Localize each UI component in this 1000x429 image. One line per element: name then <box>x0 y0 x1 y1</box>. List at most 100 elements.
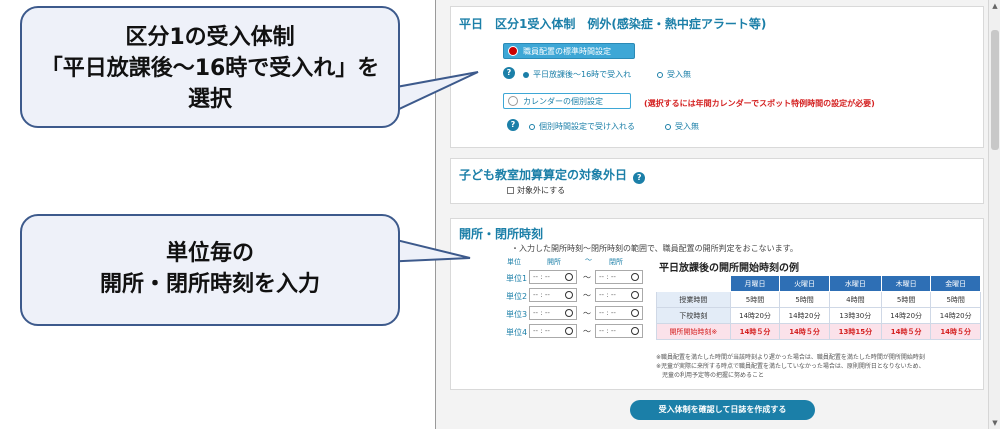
tilde-header: ～ <box>585 256 592 264</box>
footnote: ※職員配置を満たした時間が当該時刻より遅かった場合は、職員配置を満たした時間が開… <box>656 354 925 361</box>
unit-2-label: 単位2 <box>506 292 528 301</box>
open-header: 開所 <box>547 258 561 266</box>
time-placeholder: -- : -- <box>533 309 550 317</box>
panel-title: 平日 区分1受入体制 例外(感染症・熱中症アラート等) <box>459 17 767 31</box>
acceptance-panel: 平日 区分1受入体制 例外(感染症・熱中症アラート等) 職員配置の標準時間設定 … <box>450 6 984 148</box>
help-icon[interactable]: ? <box>633 172 646 184</box>
time-placeholder: -- : -- <box>533 327 550 335</box>
exclude-checkbox[interactable]: 対象外にする <box>507 185 565 196</box>
standard-time-label: 職員配置の標準時間設定 <box>523 46 611 56</box>
unit-2-open-input[interactable]: -- : -- <box>529 288 577 302</box>
callout-line: 開所・閉所時刻を入力 <box>99 272 320 297</box>
option-label: 受入無 <box>675 122 699 131</box>
table-cell: 5時間 <box>880 291 932 308</box>
panel-note: ・入力した開所時刻～閉所時刻の範囲で、職員配置の開所判定をおこないます。 <box>511 244 798 253</box>
scroll-down-icon[interactable]: ▼ <box>991 419 999 427</box>
radio-on-icon <box>523 71 529 78</box>
clock-icon[interactable] <box>631 327 639 335</box>
calendar-setting-button[interactable]: カレンダーの個別設定 <box>503 93 631 109</box>
clock-icon[interactable] <box>631 273 639 281</box>
option-no-acceptance[interactable]: 受入無 <box>657 69 691 80</box>
clock-icon[interactable] <box>565 327 573 335</box>
radio-off-icon <box>529 123 535 130</box>
table-cell: 14時20分 <box>779 307 830 324</box>
unit-4-close-input[interactable]: -- : -- <box>595 324 643 338</box>
row-label: 下校時刻 <box>656 307 731 324</box>
unit-4-open-input[interactable]: -- : -- <box>529 324 577 338</box>
help-icon[interactable]: ? <box>503 67 515 79</box>
footnote: 児童の利用予定等の把握に努めること <box>656 372 765 379</box>
row-label: 開所開始時刻※ <box>656 323 731 340</box>
table-header-cell: 火曜日 <box>779 275 830 292</box>
radio-off-icon <box>508 96 518 106</box>
table-cell: 14時５分 <box>779 323 830 340</box>
close-header: 閉所 <box>609 258 623 266</box>
table-cell: 13時30分 <box>828 307 882 324</box>
unit-2-close-input[interactable]: -- : -- <box>595 288 643 302</box>
panel-title-text: 子ども教室加算算定の対象外日 <box>459 168 628 182</box>
time-placeholder: -- : -- <box>599 291 616 299</box>
radio-off-icon <box>657 71 663 78</box>
range-tilde: ～ <box>583 327 591 336</box>
time-placeholder: -- : -- <box>533 273 550 281</box>
table-cell: 13時15分 <box>828 323 882 340</box>
clock-icon[interactable] <box>631 309 639 317</box>
unit-3-close-input[interactable]: -- : -- <box>595 306 643 320</box>
option-label: 平日放課後～16時で受入れ <box>533 70 632 79</box>
table-header-cell: 水曜日 <box>828 275 882 292</box>
time-placeholder: -- : -- <box>599 273 616 281</box>
callout-line: 「平日放課後～16時で受入れ」を <box>40 56 380 81</box>
callout-line: 選択 <box>187 87 232 112</box>
option-individual-time[interactable]: 個別時間設定で受け入れる <box>529 121 635 132</box>
panel-title: 子ども教室加算算定の対象外日 ? <box>459 166 646 184</box>
scrollbar[interactable]: ▲ ▼ <box>988 0 1000 429</box>
table-header-cell: 木曜日 <box>880 275 932 292</box>
callout-enter-times: 単位毎の 開所・閉所時刻を入力 <box>20 214 400 326</box>
option-no-acceptance-2[interactable]: 受入無 <box>665 121 699 132</box>
unit-4-label: 単位4 <box>506 328 528 337</box>
table-header-cell: 月曜日 <box>729 275 781 292</box>
unit-1-open-input[interactable]: -- : -- <box>529 270 577 284</box>
time-placeholder: -- : -- <box>599 327 616 335</box>
clock-icon[interactable] <box>565 291 573 299</box>
range-tilde: ～ <box>583 309 591 318</box>
unit-3-open-input[interactable]: -- : -- <box>529 306 577 320</box>
open-close-panel: 開所・閉所時刻 ・入力した開所時刻～閉所時刻の範囲で、職員配置の開所判定をおこな… <box>450 218 984 390</box>
table-row: 授業時間 5時間 5時間 4時間 5時間 5時間 <box>656 291 981 308</box>
table-cell: 14時20分 <box>729 307 781 324</box>
unit-1-label: 単位1 <box>506 274 528 283</box>
table-row: 下校時刻 14時20分 14時20分 13時30分 14時20分 14時20分 <box>656 307 981 324</box>
option-label: 個別時間設定で受け入れる <box>539 122 635 131</box>
option-label: 受入無 <box>667 70 691 79</box>
unit-header: 単位 <box>507 258 521 266</box>
table-cell: 5時間 <box>729 291 781 308</box>
help-icon[interactable]: ? <box>507 119 519 131</box>
checkbox-icon <box>507 187 514 194</box>
clock-icon[interactable] <box>631 291 639 299</box>
panel-title: 開所・閉所時刻 <box>459 227 544 241</box>
radio-off-icon <box>665 123 671 130</box>
range-tilde: ～ <box>583 273 591 282</box>
example-table: 月曜日 火曜日 水曜日 木曜日 金曜日 授業時間 5時間 5時間 4時間 5時間… <box>656 275 981 340</box>
row-label: 授業時間 <box>656 291 731 308</box>
unit-1-close-input[interactable]: -- : -- <box>595 270 643 284</box>
excluded-day-panel: 子ども教室加算算定の対象外日 ? 対象外にする <box>450 158 984 204</box>
table-cell: 14時20分 <box>930 307 981 324</box>
range-tilde: ～ <box>583 291 591 300</box>
scrollbar-thumb[interactable] <box>991 30 999 150</box>
time-placeholder: -- : -- <box>533 291 550 299</box>
clock-icon[interactable] <box>565 309 573 317</box>
table-cell: 4時間 <box>828 291 882 308</box>
table-cell: 14時20分 <box>880 307 932 324</box>
submit-journal-button[interactable]: 受入体制を確認して日誌を作成する <box>630 400 815 420</box>
callout-line: 区分1の受入体制 <box>125 25 295 50</box>
scroll-up-icon[interactable]: ▲ <box>991 2 999 10</box>
example-title: 平日放課後の開所開始時刻の例 <box>659 263 799 274</box>
option-weekday-after-school[interactable]: 平日放課後～16時で受入れ <box>523 69 631 80</box>
callout-line: 単位毎の <box>165 241 254 266</box>
table-header-cell: 金曜日 <box>930 275 981 292</box>
table-header-cell <box>656 275 731 292</box>
clock-icon[interactable] <box>565 273 573 281</box>
callout-select-acceptance: 区分1の受入体制 「平日放課後～16時で受入れ」を 選択 <box>20 6 400 128</box>
standard-time-button[interactable]: 職員配置の標準時間設定 <box>503 43 635 59</box>
